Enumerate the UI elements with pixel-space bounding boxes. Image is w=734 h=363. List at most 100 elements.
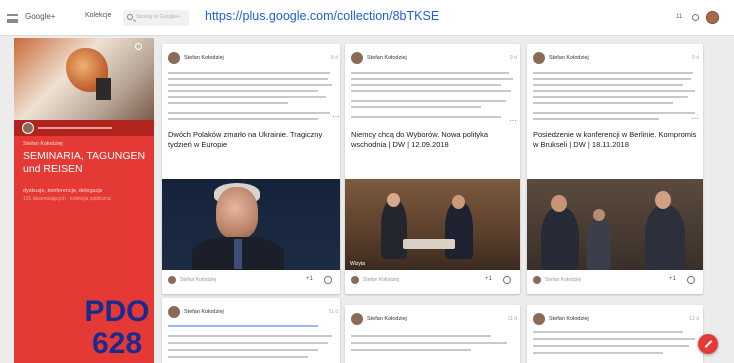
post-photo[interactable]: Wizyta (345, 179, 520, 270)
post-text-line (533, 118, 659, 120)
pencil-icon (704, 340, 713, 348)
author-name[interactable]: Stefan Kołodziej (367, 55, 407, 61)
post-photo[interactable] (162, 179, 340, 270)
post-text-line (351, 335, 491, 337)
post-card[interactable]: Stefan Kołodziej 12 d (527, 305, 703, 363)
collection-title: SEMINARIA, TAGUNGEN und REISEN (23, 150, 146, 175)
post-link-title[interactable]: Posiedzenie w konferencji w Berlinie. Ko… (533, 130, 699, 150)
section-label[interactable]: Kolekcje (85, 12, 111, 19)
post-text-line (533, 72, 693, 74)
share-post-icon[interactable] (324, 276, 332, 284)
author-avatar[interactable] (168, 52, 180, 64)
post-text-line (168, 96, 326, 98)
photo-head (655, 191, 671, 209)
photo-face (216, 187, 258, 239)
owner-row (14, 120, 154, 136)
post-card[interactable]: Stefan Kołodziej 11 d (345, 305, 520, 363)
brand-label[interactable]: Google+ (25, 12, 55, 21)
author-avatar[interactable] (533, 52, 545, 64)
plus-one-button[interactable]: +1 (485, 276, 492, 282)
share-post-icon[interactable] (503, 276, 511, 284)
collection-url: https://plus.google.com/collection/8bTKS… (205, 9, 440, 23)
post-footer: Stefan Kołodziej +1 (533, 273, 697, 291)
post-text-line (168, 78, 328, 80)
collection-description: dyskusje, konferencje, delegacje (23, 188, 103, 194)
more-icon[interactable]: ⋯ (509, 116, 517, 125)
post-time: 12 d (689, 316, 699, 322)
post-text-line (168, 335, 332, 337)
footer-avatar[interactable] (168, 276, 176, 284)
create-post-button[interactable] (698, 334, 718, 354)
google-plus-page: Google+ Kolekcje Szukaj w Google+ https:… (0, 0, 734, 363)
post-text-line (351, 349, 471, 351)
post-text-line (533, 90, 695, 92)
author-avatar[interactable] (351, 52, 363, 64)
post-card[interactable]: Stefan Kołodziej 8 d ⋯ Dwóch Polaków zma… (162, 44, 340, 294)
post-card[interactable]: Stefan Kołodziej 9 d ⋯ Posiedzenie w kon… (527, 44, 703, 294)
author-name[interactable]: Stefan Kołodziej (184, 309, 224, 315)
post-text-line (533, 78, 691, 80)
plus-one-button[interactable]: +1 (669, 276, 676, 282)
post-time: 8 d (331, 55, 338, 61)
post-card[interactable]: Stefan Kołodziej 9 d ⋯ Niemcy chcą do Wy… (345, 44, 520, 294)
user-avatar[interactable] (706, 11, 719, 24)
post-text-line (168, 356, 308, 358)
post-text-line (533, 338, 695, 340)
photo-caption: Wizyta (350, 261, 365, 267)
notification-count[interactable]: 11 (676, 14, 682, 20)
post-footer: Stefan Kołodziej +1 (168, 273, 334, 291)
more-icon[interactable]: ⋯ (332, 112, 340, 121)
post-text-line (351, 100, 506, 102)
post-header: Stefan Kołodziej 11 d (351, 313, 517, 327)
plus-one-button[interactable]: +1 (306, 276, 313, 282)
photo-head (387, 193, 400, 207)
post-text-line (533, 84, 683, 86)
post-header: Stefan Kołodziej 11 d (168, 306, 338, 320)
post-time: 9 d (692, 55, 699, 61)
author-avatar[interactable] (533, 313, 545, 325)
share-post-icon[interactable] (687, 276, 695, 284)
post-photo[interactable] (527, 179, 703, 270)
post-card[interactable]: Stefan Kołodziej 11 d (162, 298, 340, 363)
post-header: Stefan Kołodziej 9 d (533, 52, 699, 66)
top-bar: Google+ Kolekcje Szukaj w Google+ https:… (0, 0, 734, 36)
owner-name-bar (38, 127, 112, 129)
footer-name[interactable]: Stefan Kołodziej (180, 277, 216, 283)
footer-name[interactable]: Stefan Kołodziej (545, 277, 581, 283)
hamburger-menu-icon[interactable] (7, 14, 18, 23)
post-link-title[interactable]: Niemcy chcą do Wyborów. Nowa polityka ws… (351, 130, 516, 150)
post-text-line (533, 331, 683, 333)
author-name[interactable]: Stefan Kołodziej (184, 55, 224, 61)
post-header: Stefan Kołodziej 8 d (168, 52, 338, 66)
author-avatar[interactable] (168, 306, 180, 318)
author-name[interactable]: Stefan Kołodziej (549, 55, 589, 61)
footer-avatar[interactable] (533, 276, 541, 284)
footer-avatar[interactable] (351, 276, 359, 284)
notifications-icon[interactable] (692, 14, 699, 21)
post-text-line (351, 116, 501, 118)
collection-owner-name[interactable]: Stefan Kołodziej (23, 141, 63, 147)
post-text-line (168, 112, 330, 114)
pdo-overlay-label: PDO 628 (84, 295, 150, 360)
post-text-line (351, 72, 509, 74)
post-text-line (168, 90, 318, 92)
author-name[interactable]: Stefan Kołodziej (367, 316, 407, 322)
post-text-line (533, 112, 695, 114)
owner-avatar[interactable] (22, 122, 34, 134)
post-link-title[interactable]: Dwóch Polaków zmarło na Ukrainie. Tragic… (168, 130, 336, 150)
post-header: Stefan Kołodziej 12 d (533, 313, 699, 327)
post-time: 11 d (507, 316, 517, 322)
footer-name[interactable]: Stefan Kołodziej (363, 277, 399, 283)
search-box[interactable]: Szukaj w Google+ (123, 10, 189, 26)
photo-head (452, 195, 465, 209)
post-text-line (168, 102, 288, 104)
author-name[interactable]: Stefan Kołodziej (549, 316, 589, 322)
post-text-line (168, 118, 318, 120)
more-icon[interactable]: ⋯ (691, 114, 699, 123)
photo-person (381, 199, 407, 259)
post-text-line (168, 349, 318, 351)
author-avatar[interactable] (351, 313, 363, 325)
post-text-line (533, 352, 663, 354)
share-icon[interactable] (135, 43, 142, 50)
post-link-line[interactable] (168, 325, 318, 327)
